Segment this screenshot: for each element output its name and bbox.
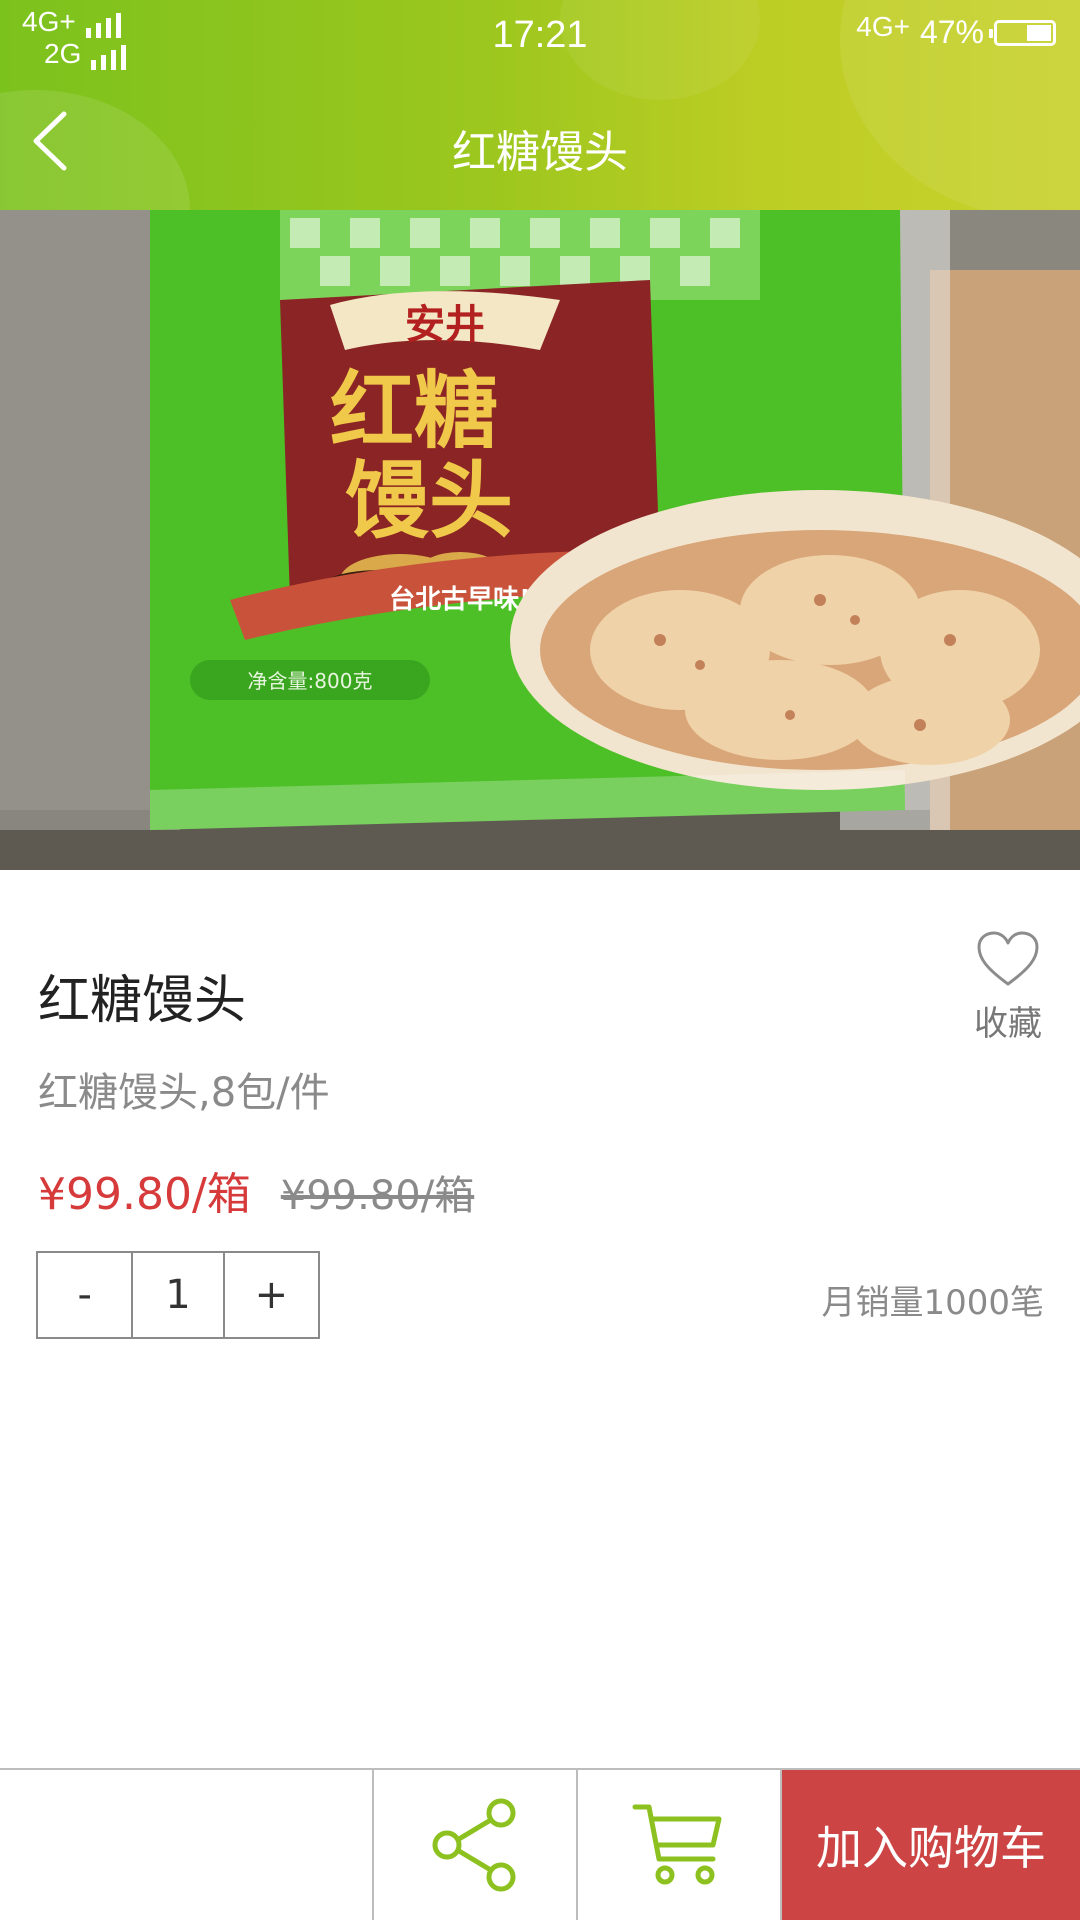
bottom-action-bar: 加入购物车 xyxy=(0,1768,1080,1920)
add-to-cart-button[interactable]: 加入购物车 xyxy=(782,1770,1080,1920)
battery-percent: 47% xyxy=(919,14,984,50)
product-photo: 安井 红糖 馒头 台北古早味! 净含量:800克 xyxy=(0,210,1080,870)
price-row: ¥99.80/箱 ¥99.80/箱 xyxy=(38,1158,474,1222)
quantity-value[interactable]: 1 xyxy=(131,1253,225,1337)
price-current: ¥99.80/箱 xyxy=(38,1169,251,1220)
price-original: ¥99.80/箱 xyxy=(280,1173,475,1219)
status-right: 4G+ 47% xyxy=(856,10,1056,51)
battery-level xyxy=(1027,24,1051,41)
favorite-button[interactable]: 收藏 xyxy=(970,930,1046,1045)
quantity-stepper: - 1 + xyxy=(36,1251,320,1339)
app-header: 4G+ 2G 17:21 4G+ 47% 红糖馒头 xyxy=(0,0,1080,210)
package-name-line2: 馒头 xyxy=(345,451,513,550)
page-title: 红糖馒头 xyxy=(452,127,628,178)
cart-button[interactable] xyxy=(578,1770,782,1920)
network-type-right: 4G+ xyxy=(856,10,910,42)
package-net-weight: 净含量:800克 xyxy=(248,669,373,693)
battery-icon xyxy=(989,19,1056,46)
title-bar: 红糖馒头 xyxy=(0,80,1080,210)
quantity-increase-button[interactable]: + xyxy=(225,1253,318,1337)
package-brand: 安井 xyxy=(405,301,485,348)
bottom-bar-blank xyxy=(0,1770,374,1920)
status-bar: 4G+ 2G 17:21 4G+ 47% xyxy=(0,0,1080,80)
package-ribbon: 台北古早味! xyxy=(389,584,531,615)
package-name-line1: 红糖 xyxy=(330,361,498,460)
product-name: 红糖馒头 xyxy=(38,971,247,1031)
share-button[interactable] xyxy=(374,1770,578,1920)
quantity-decrease-button[interactable]: - xyxy=(38,1253,131,1337)
product-spec: 红糖馒头,8包/件 xyxy=(38,1070,330,1116)
monthly-sales: 月销量1000笔 xyxy=(821,1283,1044,1323)
heart-icon xyxy=(977,931,1039,986)
product-image: 安井 红糖 馒头 台北古早味! 净含量:800克 xyxy=(0,210,1080,870)
share-icon xyxy=(432,1798,516,1892)
cart-icon xyxy=(632,1804,722,1885)
favorite-label: 收藏 xyxy=(974,1004,1042,1044)
